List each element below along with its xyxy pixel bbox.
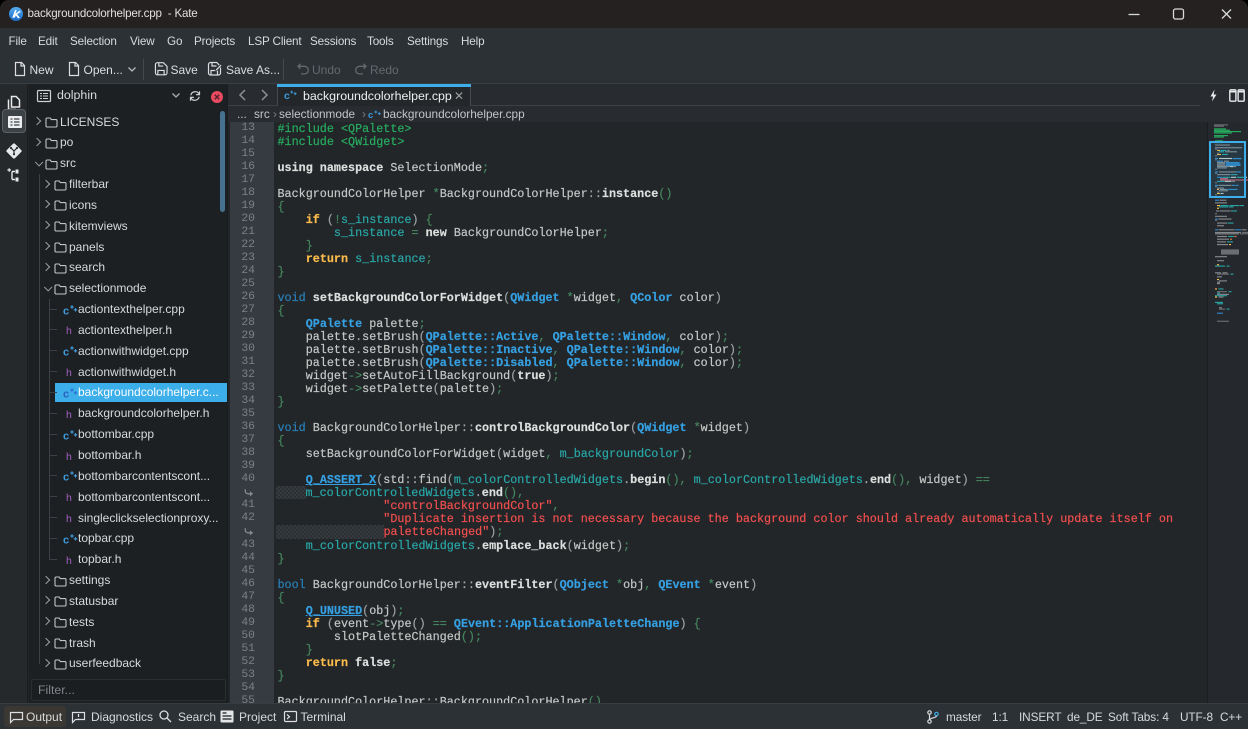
svg-text:h: h xyxy=(66,492,72,503)
svg-text:h: h xyxy=(66,451,72,462)
svg-text:h: h xyxy=(66,555,72,566)
svg-text:h: h xyxy=(66,367,72,378)
svg-text:h: h xyxy=(66,513,72,524)
svg-text:c: c xyxy=(63,305,69,316)
svg-text:c: c xyxy=(368,110,373,120)
svg-text:c: c xyxy=(63,347,69,358)
svg-text:c: c xyxy=(63,388,69,399)
svg-text:c: c xyxy=(63,472,69,483)
svg-text:c: c xyxy=(63,534,69,545)
svg-text:c: c xyxy=(63,430,69,441)
svg-text:h: h xyxy=(66,409,72,420)
svg-text:h: h xyxy=(66,325,72,336)
svg-text:c: c xyxy=(284,90,290,101)
